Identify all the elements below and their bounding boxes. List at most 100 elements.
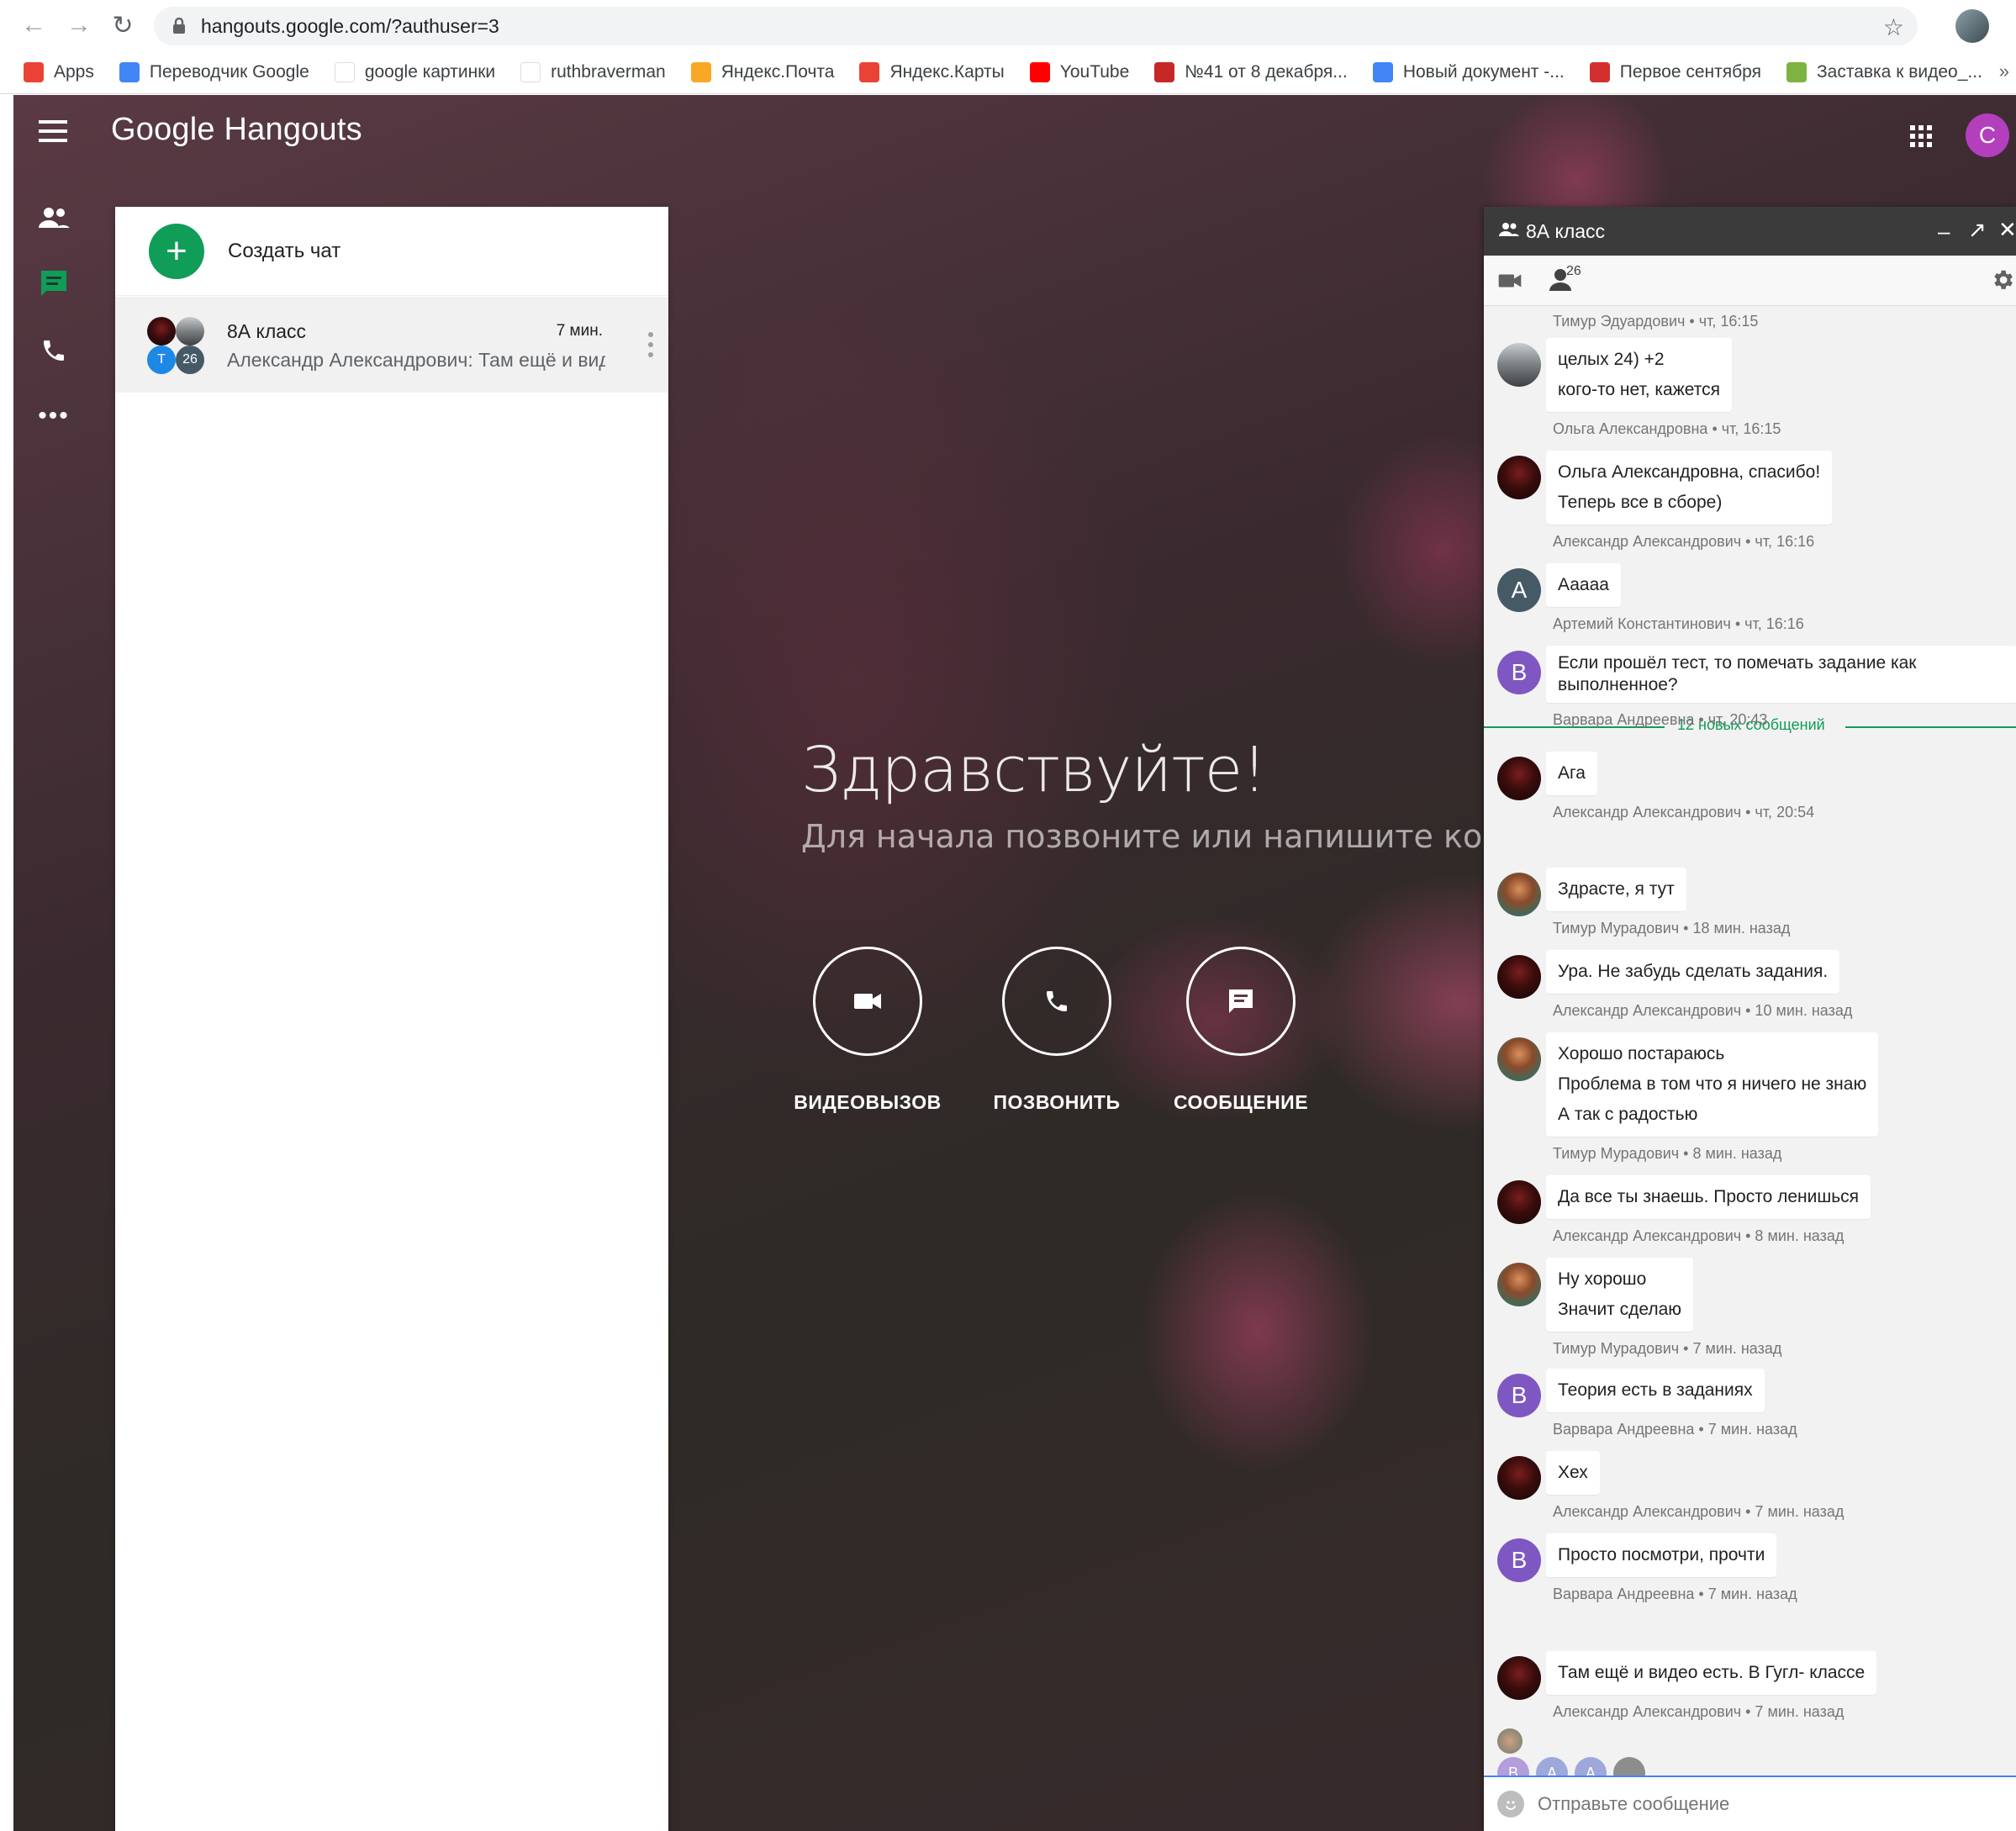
message-text: Проблема в том что я ничего не знаю — [1558, 1074, 1867, 1094]
message-input[interactable] — [1538, 1793, 1958, 1815]
message-bubble: Ольга Александровна, спасибо! Теперь все … — [1546, 451, 1833, 525]
main-menu-icon[interactable] — [39, 120, 67, 142]
gmail-icon — [520, 61, 541, 82]
more-options-icon[interactable]: ••• — [34, 396, 74, 436]
sender-avatar[interactable] — [1497, 1037, 1541, 1081]
chats-icon[interactable] — [34, 263, 74, 303]
forward-icon[interactable]: → — [62, 8, 96, 42]
bookmark-item[interactable]: Переводчик Google — [119, 61, 309, 82]
message-meta: Варвара Андреевна • чт, 20:43 — [1553, 711, 1768, 728]
bookmark-label: Яндекс.Почта — [720, 61, 835, 82]
call-button[interactable]: ПОЗВОНИТЬ — [981, 947, 1132, 1114]
bookmark-item[interactable]: №41 от 8 декабря... — [1154, 61, 1348, 82]
message-bubble: Хорошо постараюсь Проблема в том что я ни… — [1546, 1032, 1879, 1137]
bookmark-item[interactable]: Яндекс.Карты — [859, 61, 1005, 82]
back-icon[interactable]: ← — [17, 8, 50, 42]
video-call-label: ВИДЕОВЫЗОВ — [794, 1091, 942, 1113]
bookmarks-more-icon[interactable]: » — [1999, 61, 2009, 82]
videocam-icon — [813, 947, 922, 1056]
message-meta: Тимур Эдуардович • чт, 16:15 — [1553, 313, 1759, 330]
member-avatar — [176, 317, 204, 346]
bookmark-item[interactable]: Яндекс.Почта — [690, 61, 835, 82]
bookmark-item[interactable]: Первое сентября — [1589, 61, 1761, 82]
sender-avatar[interactable] — [1497, 873, 1541, 916]
sender-avatar[interactable]: B — [1497, 1374, 1541, 1417]
bookmark-label: Apps — [54, 61, 94, 82]
message-bubble: Да все ты знаешь. Просто ленишься — [1546, 1175, 1871, 1219]
close-icon[interactable]: ✕ — [1998, 217, 2016, 243]
conversation-preview: Александр Александрович: Там ещё и видео… — [227, 349, 605, 371]
message-text: Ну хорошо — [1558, 1269, 1647, 1289]
sender-avatar[interactable] — [1497, 456, 1541, 499]
typing-avatar — [1497, 1728, 1523, 1754]
message-text: Значит сделаю — [1558, 1300, 1682, 1319]
message-bubble: Там ещё и видео есть. В Гугл- классе — [1546, 1651, 1877, 1695]
sender-avatar[interactable] — [1497, 955, 1541, 999]
conversation-item[interactable]: T 26 8А класс 7 мин. Александр Александр… — [115, 297, 668, 393]
sender-avatar[interactable]: B — [1497, 651, 1541, 694]
bookmark-label: Первое сентября — [1619, 61, 1761, 82]
bookmark-label: Новый документ -... — [1402, 61, 1565, 82]
apps-grid-icon — [24, 61, 44, 82]
minimize-icon[interactable]: – — [1938, 219, 1950, 245]
contacts-icon[interactable] — [34, 198, 74, 238]
create-chat-button[interactable]: + Создать чат — [115, 207, 668, 296]
user-avatar[interactable]: C — [1966, 113, 2009, 157]
message-text: Просто посмотри, прочти — [1558, 1545, 1765, 1565]
mail-icon — [690, 61, 711, 82]
sender-avatar[interactable] — [1497, 1263, 1541, 1306]
reload-icon[interactable]: ↻ — [106, 8, 140, 42]
url-text: hangouts.google.com/?authuser=3 — [201, 14, 499, 37]
message-meta: Тимур Мурадович • 8 мин. назад — [1553, 1145, 1782, 1162]
greeting-subtitle: Для начала позвоните или напишите кому-н… — [801, 818, 1499, 855]
bookmark-item[interactable]: Заставка к видео_... — [1786, 61, 1982, 82]
video-call-button[interactable]: ВИДЕОВЫЗОВ — [792, 947, 943, 1114]
bookmark-item[interactable]: google картинки — [334, 61, 496, 82]
conversation-name: 8А класс — [227, 320, 307, 342]
call-label: ПОЗВОНИТЬ — [993, 1091, 1121, 1113]
browser-toolbar: ← → ↻ hangouts.google.com/?authuser=3 ☆ — [0, 0, 2016, 50]
sender-avatar[interactable]: A — [1497, 568, 1541, 612]
browser-profile-avatar[interactable] — [1955, 9, 1989, 43]
message-meta: Александр Александрович • 7 мин. назад — [1553, 1503, 1844, 1520]
chat-header[interactable]: 8А класс – ↗ ✕ — [1484, 207, 2016, 256]
bookmark-item[interactable]: Apps — [24, 61, 94, 82]
sender-avatar[interactable] — [1497, 343, 1541, 387]
sender-avatar[interactable] — [1497, 1456, 1541, 1500]
message-meta: Александр Александрович • 8 мин. назад — [1553, 1227, 1844, 1244]
message-meta: Варвара Андреевна • 7 мин. назад — [1553, 1421, 1797, 1438]
message-meta: Александр Александрович • чт, 16:16 — [1553, 533, 1815, 550]
bookmark-star-icon[interactable]: ☆ — [1883, 13, 1904, 41]
bookmark-item[interactable]: Новый документ -... — [1372, 61, 1565, 82]
emoji-icon[interactable] — [1497, 1791, 1524, 1818]
settings-gear-icon[interactable] — [1990, 267, 2015, 297]
plus-icon: + — [149, 223, 204, 279]
bookmark-item[interactable]: ruthbraverman — [520, 61, 666, 82]
create-chat-label: Создать чат — [228, 239, 341, 262]
bookmark-icon — [1154, 61, 1175, 82]
conversation-time: 7 мин. — [556, 322, 603, 340]
sender-avatar[interactable] — [1497, 1180, 1541, 1224]
message-text: Здрасте, я тут — [1558, 879, 1675, 899]
message-list[interactable]: Тимур Эдуардович • чт, 16:15 12 новых со… — [1484, 306, 2016, 1789]
popout-icon[interactable]: ↗ — [1968, 217, 1987, 243]
message-bubble: Ура. Не забудь сделать задания. — [1546, 950, 1840, 994]
google-apps-icon[interactable] — [1910, 125, 1932, 147]
sender-avatar[interactable] — [1497, 757, 1541, 800]
videocam-icon[interactable] — [1497, 272, 1523, 293]
message-button[interactable]: СООБЩЕНИЕ — [1165, 947, 1317, 1114]
docs-icon — [1372, 61, 1393, 82]
address-bar[interactable]: hangouts.google.com/?authuser=3 ☆ — [154, 7, 1918, 45]
conversation-more-icon[interactable] — [648, 332, 655, 357]
message-label: СООБЩЕНИЕ — [1173, 1091, 1309, 1113]
greeting-title: Здравствуйте! — [801, 734, 1267, 806]
message-text: А так с радостью — [1558, 1105, 1698, 1124]
bookmark-label: ruthbraverman — [551, 61, 666, 82]
bookmark-item[interactable]: YouTube — [1029, 61, 1129, 82]
message-bubble: Хех — [1546, 1451, 1600, 1495]
sender-avatar[interactable]: B — [1497, 1538, 1541, 1582]
phone-calls-icon[interactable] — [34, 330, 74, 371]
bookmark-label: google картинки — [364, 61, 496, 82]
message-text: Да все ты знаешь. Просто ленишься — [1558, 1187, 1860, 1206]
sender-avatar[interactable] — [1497, 1656, 1541, 1700]
